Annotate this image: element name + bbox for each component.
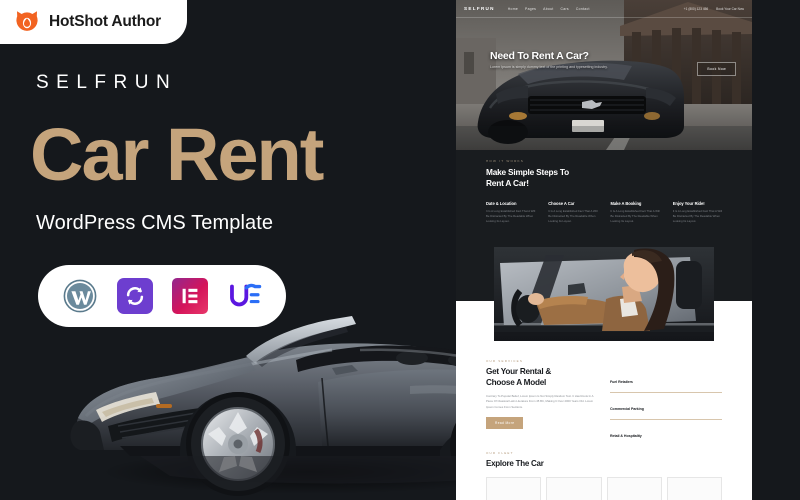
nav-actions: +1 (800) 123 456 Book Your Car Now — [684, 7, 744, 11]
nav-logo[interactable]: SELFRUN — [464, 6, 495, 11]
step-title: Choose A Car — [548, 201, 575, 207]
hero-title: Need To Rent A Car? — [490, 50, 589, 62]
nav-item-contact[interactable]: Contact — [576, 7, 590, 11]
steps-eyebrow: HOW IT WORKS — [486, 159, 525, 163]
photo-gutter-right — [714, 247, 752, 301]
revolution-slider-icon — [116, 278, 153, 314]
rental-feature-list: Fuel Retailers Commercial Parking Retail… — [610, 359, 722, 474]
step-body: It Is A Long Established Fact That A Wil… — [486, 209, 536, 224]
rental-copy: OUR SERVICES Get Your Rental & Choose A … — [486, 359, 596, 445]
hero-section: SELFRUN Home Pages About Cars Contact +1… — [456, 0, 752, 150]
plugin-badges — [38, 265, 286, 327]
feature-label: Commercial Parking — [610, 407, 644, 411]
hero-subtitle: Lorem Ipsum is simply dummy text of the … — [490, 65, 608, 69]
step-item: Choose A Car It Is A Long Established Fa… — [548, 201, 597, 224]
explore-card[interactable] — [666, 477, 722, 500]
promo-title: Car Rent — [30, 113, 324, 196]
wordpress-icon — [62, 278, 98, 314]
nav-item-pages[interactable]: Pages — [525, 7, 536, 11]
step-title: Enjoy Your Ride! — [672, 201, 705, 207]
steps-heading: Make Simple Steps To Rent A Car! — [486, 167, 722, 188]
explore-card-grid — [486, 477, 722, 500]
explore-card[interactable] — [606, 477, 662, 500]
rental-heading-line1: Get Your Rental & — [486, 367, 552, 376]
explore-heading: Explore The Car — [486, 459, 544, 468]
hero-copy: Need To Rent A Car? Lorem Ipsum is simpl… — [490, 50, 608, 71]
step-item: Make A Booking It Is A Long Established … — [611, 201, 660, 224]
elementor-icon — [171, 278, 208, 314]
feature-item[interactable]: Retail & Hospitality — [610, 424, 722, 447]
feature-label: Retail & Hospitality — [610, 434, 642, 438]
step-title: Make A Booking — [610, 201, 642, 207]
nav-phone[interactable]: +1 (800) 123 456 — [684, 7, 708, 11]
nav-cta-button[interactable]: Book Your Car Now — [716, 7, 744, 11]
rental-section: OUR SERVICES Get Your Rental & Choose A … — [456, 345, 752, 474]
explore-section: OUR FLEET Explore The Car — [456, 445, 752, 500]
nav-item-about[interactable]: About — [543, 7, 553, 11]
steps-heading-line1: Make Simple Steps To — [486, 167, 569, 177]
feature-label: Fuel Retailers — [610, 380, 633, 384]
rental-read-more-button[interactable]: Read More — [486, 416, 524, 429]
promo-subtitle: WordPress CMS Template — [36, 212, 274, 234]
steps-section: HOW IT WORKS Make Simple Steps To Rent A… — [456, 150, 752, 247]
rental-body: Contrary To Popular Belief, Lorem Ipsum … — [486, 394, 594, 409]
promo-car-image — [60, 300, 456, 500]
hero-cta-button[interactable]: Book Now — [697, 62, 736, 76]
rental-eyebrow: OUR SERVICES — [486, 359, 524, 363]
unlimited-elements-icon — [227, 278, 263, 314]
rental-heading-line2: Choose A Model — [486, 377, 547, 387]
nav-item-home[interactable]: Home — [508, 7, 518, 11]
steps-heading-line2: Rent A Car! — [486, 177, 529, 188]
step-body: It Is A Long Established Fact That A Wil… — [610, 209, 660, 224]
website-preview: SELFRUN Home Pages About Cars Contact +1… — [456, 0, 752, 500]
feature-item[interactable]: Commercial Parking — [610, 397, 722, 420]
nav-menu: Home Pages About Cars Contact — [508, 7, 590, 11]
explore-card[interactable] — [486, 477, 542, 500]
author-badge-label: HotShot Author — [49, 13, 161, 30]
rental-heading: Get Your Rental & Choose A Model — [486, 367, 596, 388]
explore-card[interactable] — [546, 477, 602, 500]
driver-photo — [494, 247, 714, 341]
author-badge[interactable]: HotShot Author — [0, 0, 187, 44]
brand-name: SELFRUN — [36, 72, 178, 93]
step-body: It Is A Long Established Fact That A Wil… — [672, 209, 722, 224]
step-item: Date & Location It Is A Long Established… — [486, 201, 535, 224]
feature-item[interactable]: Fuel Retailers — [610, 370, 722, 393]
steps-grid: Date & Location It Is A Long Established… — [486, 201, 722, 224]
promo-panel: HotShot Author SELFRUN Car Rent WordPres… — [0, 0, 456, 500]
step-body: It Is A Long Established Fact That A Wil… — [548, 209, 598, 224]
nav-item-cars[interactable]: Cars — [561, 7, 569, 11]
step-item: Enjoy Your Ride! It Is A Long Establishe… — [673, 201, 722, 224]
explore-eyebrow: OUR FLEET — [486, 451, 514, 455]
fire-cat-icon — [14, 9, 40, 35]
step-title: Date & Location — [486, 201, 517, 207]
site-nav: SELFRUN Home Pages About Cars Contact +1… — [456, 0, 752, 18]
photo-gutter-left — [456, 247, 494, 301]
